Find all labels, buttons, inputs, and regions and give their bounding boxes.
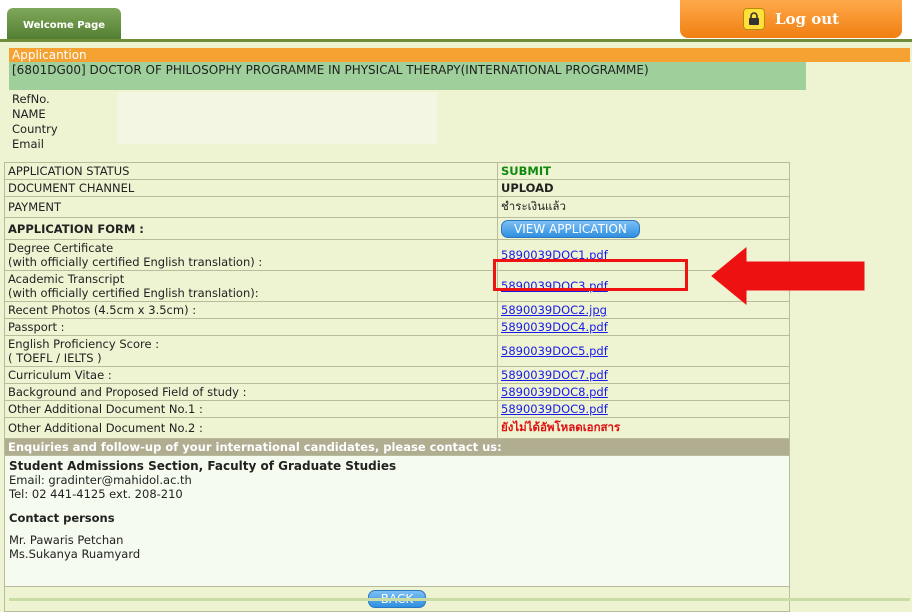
refno-label: RefNo. bbox=[12, 92, 50, 106]
application-form-row: APPLICATION FORM : VIEW APPLICATION bbox=[4, 217, 790, 240]
view-application-button[interactable]: VIEW APPLICATION bbox=[501, 219, 640, 238]
channel-label: DOCUMENT CHANNEL bbox=[4, 179, 498, 197]
logout-button[interactable]: Log out bbox=[680, 0, 902, 38]
doc-label: Passport : bbox=[4, 318, 498, 336]
welcome-page-tab[interactable]: Welcome Page bbox=[7, 8, 121, 42]
document-link[interactable]: 5890039DOC8.pdf bbox=[501, 385, 608, 399]
doc-sublabel: ( TOEFL / IELTS ) bbox=[8, 351, 102, 365]
logout-label: Log out bbox=[774, 10, 840, 28]
contact-person-1: Mr. Pawaris Petchan bbox=[9, 533, 124, 547]
name-label: NAME bbox=[12, 107, 46, 121]
red-arrow-icon bbox=[711, 246, 865, 306]
program-title: [6801DG00] DOCTOR OF PHILOSOPHY PROGRAMM… bbox=[9, 62, 806, 90]
document-link[interactable]: 5890039DOC2.jpg bbox=[501, 303, 607, 317]
doc-label: Degree Certificate bbox=[8, 241, 114, 255]
contact-org: Student Admissions Section, Faculty of G… bbox=[9, 459, 397, 473]
lock-icon bbox=[742, 8, 765, 30]
country-label: Country bbox=[12, 122, 58, 136]
document-link[interactable]: 5890039DOC5.pdf bbox=[501, 344, 608, 358]
contact-info: Student Admissions Section, Faculty of G… bbox=[4, 455, 790, 587]
document-row: Curriculum Vitae : 5890039DOC7.pdf bbox=[4, 366, 790, 384]
document-link[interactable]: 5890039DOC9.pdf bbox=[501, 402, 608, 416]
payment-row: PAYMENT ชำระเงินแล้ว bbox=[4, 196, 790, 218]
payment-label: PAYMENT bbox=[4, 196, 498, 218]
document-link[interactable]: 5890039DOC7.pdf bbox=[501, 368, 608, 382]
redacted-applicant-details bbox=[117, 92, 437, 144]
doc-sublabel: (with officially certified English trans… bbox=[8, 255, 263, 269]
document-row: Background and Proposed Field of study :… bbox=[4, 383, 790, 401]
document-row: Other Additional Document No.2 : ยังไม่ไ… bbox=[4, 417, 790, 439]
application-table: APPLICATION STATUS SUBMIT DOCUMENT CHANN… bbox=[4, 162, 790, 612]
doc-label: Academic Transcript bbox=[8, 272, 125, 286]
contact-persons-title: Contact persons bbox=[9, 511, 115, 525]
doc-label: Curriculum Vitae : bbox=[4, 366, 498, 384]
payment-value: ชำระเงินแล้ว bbox=[497, 196, 790, 218]
doc-label: Other Additional Document No.1 : bbox=[4, 400, 498, 418]
email-label: Email bbox=[12, 137, 44, 151]
doc-label: Recent Photos (4.5cm x 3.5cm) : bbox=[4, 301, 498, 319]
highlight-box bbox=[493, 259, 688, 291]
header-divider bbox=[0, 39, 912, 42]
document-row: Recent Photos (4.5cm x 3.5cm) : 5890039D… bbox=[4, 301, 790, 319]
top-bar: Welcome Page Log out bbox=[0, 0, 912, 42]
status-value: SUBMIT bbox=[497, 162, 790, 180]
not-uploaded-status: ยังไม่ได้อัพโหลดเอกสาร bbox=[497, 417, 790, 439]
contact-email: Email: gradinter@mahidol.ac.th bbox=[9, 473, 192, 487]
section-title: Applicantion bbox=[9, 48, 910, 62]
document-link[interactable]: 5890039DOC4.pdf bbox=[501, 320, 608, 334]
doc-sublabel: (with officially certified English trans… bbox=[8, 286, 259, 300]
contact-tel: Tel: 02 441-4125 ext. 208-210 bbox=[9, 487, 183, 501]
doc-label: Background and Proposed Field of study : bbox=[4, 383, 498, 401]
footer-divider bbox=[9, 598, 910, 601]
channel-value: UPLOAD bbox=[497, 179, 790, 197]
applicant-info: RefNo. NAME Country Email bbox=[9, 90, 910, 151]
document-row: Other Additional Document No.1 : 5890039… bbox=[4, 400, 790, 418]
document-row: English Proficiency Score :( TOEFL / IEL… bbox=[4, 335, 790, 367]
document-row: Passport : 5890039DOC4.pdf bbox=[4, 318, 790, 336]
enquiry-header: Enquiries and follow-up of your internat… bbox=[4, 438, 790, 456]
doc-label: English Proficiency Score : bbox=[8, 337, 160, 351]
application-form-label: APPLICATION FORM : bbox=[4, 217, 498, 240]
doc-label: Other Additional Document No.2 : bbox=[4, 417, 498, 439]
application-panel: Applicantion [6801DG00] DOCTOR OF PHILOS… bbox=[9, 48, 910, 151]
status-row: APPLICATION STATUS SUBMIT bbox=[4, 162, 790, 180]
contact-person-2: Ms.Sukanya Ruamyard bbox=[9, 547, 141, 561]
status-label: APPLICATION STATUS bbox=[4, 162, 498, 180]
channel-row: DOCUMENT CHANNEL UPLOAD bbox=[4, 179, 790, 197]
